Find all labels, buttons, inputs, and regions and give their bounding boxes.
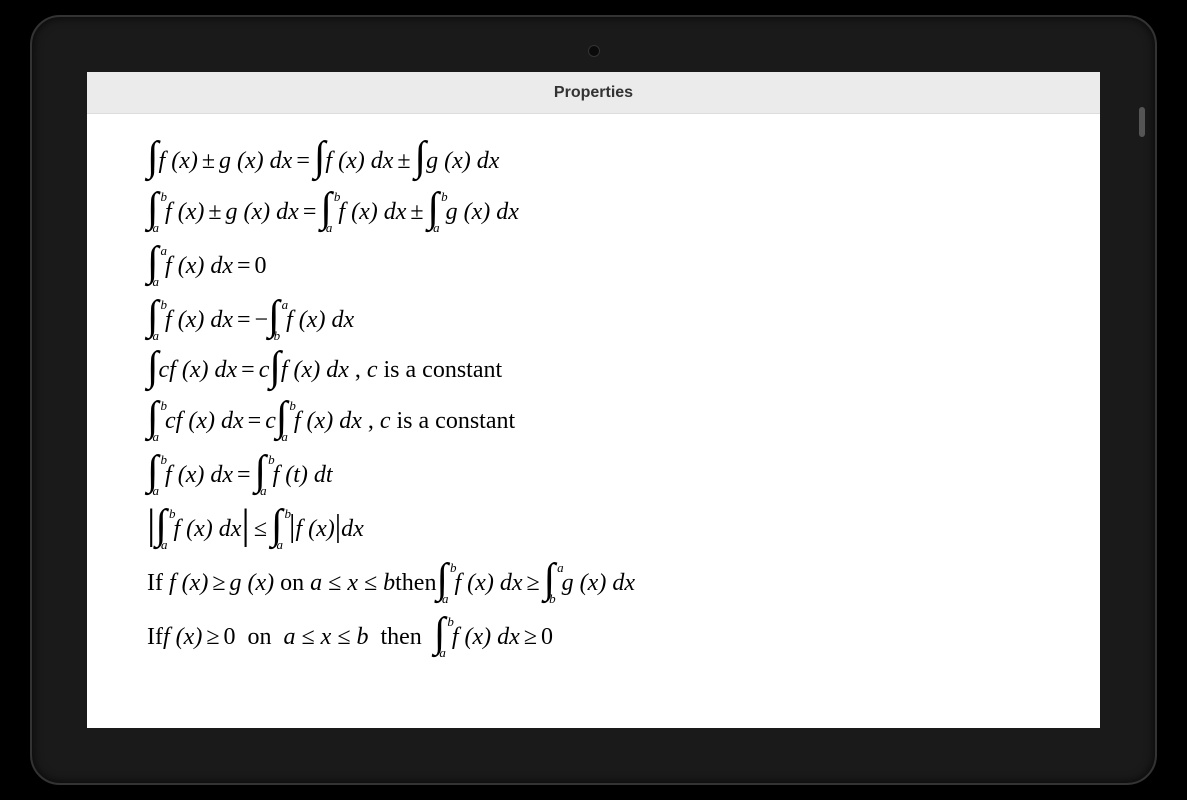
- abs-bar-icon: |: [289, 513, 295, 539]
- math-text: g (x) dx: [426, 149, 499, 173]
- math-text: f (x) dx: [294, 409, 362, 433]
- math-text: f (x) dx: [454, 571, 522, 595]
- math-text: cf (x) dx: [159, 358, 238, 382]
- operator: ±: [410, 200, 423, 224]
- note-text: , c is a constant: [362, 409, 515, 433]
- content-area[interactable]: ∫ f (x) ± g (x) dx = ∫ f (x) dx ± ∫ g (x…: [87, 114, 1100, 691]
- operator: ≥: [524, 625, 537, 649]
- integral-bounds: ba: [279, 509, 286, 549]
- math-text: g (x) dx: [219, 149, 292, 173]
- note-text: , c is a constant: [349, 358, 502, 382]
- operator: ≥: [212, 571, 225, 595]
- operator: ≥: [206, 625, 219, 649]
- formula-row: ∫ ba f (x) dx = ∫ ba f (t) dt: [147, 455, 1040, 495]
- math-text: g (x) dx: [226, 200, 299, 224]
- math-text: f (x) dx: [173, 517, 241, 541]
- math-text: f (x): [295, 517, 334, 541]
- formula-row: ∫ ba f (x) dx = − ∫ ab f (x) dx: [147, 300, 1040, 340]
- math-text: cf (x) dx: [165, 409, 244, 433]
- text: on: [235, 625, 283, 649]
- math-text: f (x) dx: [286, 308, 354, 332]
- screen: Properties ∫ f (x) ± g (x) dx = ∫ f (x) …: [87, 72, 1100, 728]
- math-text: dx: [341, 517, 364, 541]
- formula-row: If f (x) ≥ g (x) on a ≤ x ≤ b then ∫ ba …: [147, 563, 1040, 603]
- operator: ±: [397, 149, 410, 173]
- math-text: c: [265, 409, 276, 433]
- text: If: [147, 625, 163, 649]
- math-text: g (x): [229, 571, 274, 595]
- math-text: a ≤ x ≤ b: [310, 571, 395, 595]
- text: If: [147, 571, 163, 595]
- operator: ±: [202, 149, 215, 173]
- operator: =: [241, 358, 255, 382]
- operator: =: [237, 308, 251, 332]
- math-text: g (x) dx: [562, 571, 635, 595]
- operator: =: [296, 149, 310, 173]
- math-text: c: [259, 358, 270, 382]
- integral-bounds: ba: [283, 401, 290, 441]
- integral-bounds: ba: [435, 192, 442, 232]
- integral-bounds: ba: [444, 563, 451, 603]
- math-text: f (x) dx: [165, 463, 233, 487]
- power-indicator-icon: [1139, 107, 1145, 137]
- formula-row: If f (x) ≥ 0 on a ≤ x ≤ b then ∫ ba f (x…: [147, 617, 1040, 657]
- text: then: [368, 625, 433, 649]
- integral-icon: ∫: [415, 141, 427, 175]
- title-bar: Properties: [87, 72, 1100, 114]
- math-text: f (x) dx: [165, 254, 233, 278]
- formula-row: ∫ ba cf (x) dx = c ∫ ba f (x) dx , c is …: [147, 401, 1040, 441]
- operator: =: [237, 254, 251, 278]
- operator: ≥: [526, 571, 539, 595]
- operator: =: [237, 463, 251, 487]
- operator: ≤: [254, 517, 267, 541]
- math-text: f (x): [163, 571, 208, 595]
- formula-row: | ∫ ba f (x) dx | ≤ ∫ ba | f (x) | dx: [147, 509, 1040, 549]
- math-text: f (x) dx: [452, 625, 520, 649]
- integral-bounds: ba: [155, 192, 162, 232]
- formula-row: ∫ f (x) ± g (x) dx = ∫ f (x) dx ± ∫ g (x…: [147, 144, 1040, 178]
- integral-icon: ∫: [269, 351, 281, 385]
- integral-bounds: ba: [163, 509, 170, 549]
- math-text: 0: [255, 254, 267, 278]
- operator: −: [255, 308, 269, 332]
- operator: ±: [208, 200, 221, 224]
- camera-icon: [588, 45, 600, 57]
- math-text: 0: [223, 625, 235, 649]
- math-text: f (x) dx: [165, 308, 233, 332]
- integral-bounds: aa: [155, 246, 162, 286]
- math-text: f (x): [159, 149, 198, 173]
- formula-row: ∫ aa f (x) dx = 0: [147, 246, 1040, 286]
- abs-bar-icon: |: [241, 509, 249, 543]
- math-text: f (x) dx: [325, 149, 393, 173]
- math-text: f (x) dx: [338, 200, 406, 224]
- operator: =: [248, 409, 262, 433]
- operator: =: [303, 200, 317, 224]
- formula-row: ∫ cf (x) dx = c ∫ f (x) dx , c is a cons…: [147, 354, 1040, 388]
- integral-icon: ∫: [314, 141, 326, 175]
- integral-bounds: ba: [155, 455, 162, 495]
- integral-bounds: ab: [551, 563, 558, 603]
- integral-bounds: ba: [441, 617, 448, 657]
- integral-bounds: ba: [328, 192, 335, 232]
- math-text: 0: [541, 625, 553, 649]
- text: then: [395, 571, 436, 595]
- integral-bounds: ba: [155, 401, 162, 441]
- formula-row: ∫ ba f (x) ± g (x) dx = ∫ ba f (x) dx ± …: [147, 192, 1040, 232]
- integral-icon: ∫: [147, 141, 159, 175]
- math-text: f (t) dt: [273, 463, 333, 487]
- page-title: Properties: [554, 84, 633, 102]
- text: on: [274, 571, 310, 595]
- math-text: a ≤ x ≤ b: [283, 625, 368, 649]
- math-text: g (x) dx: [446, 200, 519, 224]
- integral-icon: ∫: [147, 351, 159, 385]
- integral-bounds: ab: [276, 300, 283, 340]
- integral-bounds: ba: [262, 455, 269, 495]
- math-text: f (x) dx: [281, 358, 349, 382]
- math-text: f (x): [163, 625, 202, 649]
- math-text: f (x): [165, 200, 204, 224]
- abs-bar-icon: |: [335, 513, 341, 539]
- integral-bounds: ba: [155, 300, 162, 340]
- tablet-frame: Properties ∫ f (x) ± g (x) dx = ∫ f (x) …: [30, 15, 1157, 785]
